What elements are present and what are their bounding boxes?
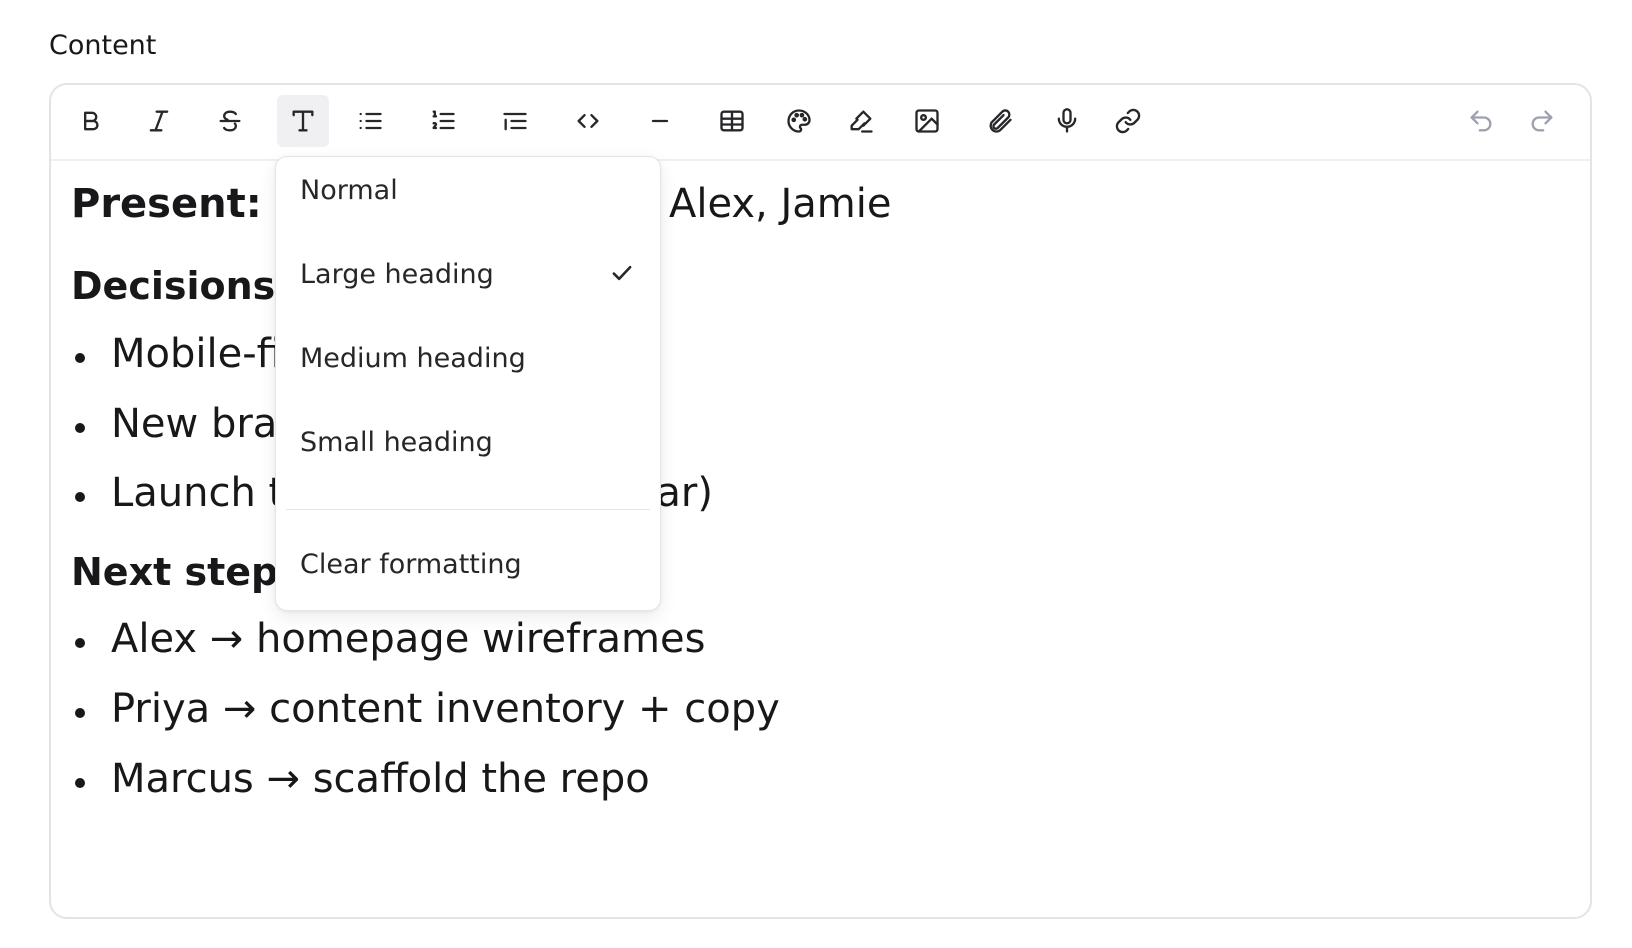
- text-color-button[interactable]: [773, 95, 825, 147]
- undo-icon: [1470, 110, 1492, 132]
- present-label: Present:: [71, 181, 262, 227]
- list-indent-icon: [503, 112, 527, 131]
- link-icon: [1115, 108, 1141, 134]
- strikethrough-icon: [219, 110, 241, 132]
- bold-button[interactable]: [65, 95, 117, 147]
- code-icon: [577, 114, 599, 128]
- check-icon: [608, 259, 636, 287]
- image-icon: [915, 109, 939, 133]
- highlight-button[interactable]: [835, 95, 887, 147]
- paperclip-icon: [989, 109, 1012, 133]
- palette-icon: [787, 109, 811, 133]
- list-item: Alex → homepage wireframes: [71, 616, 705, 662]
- text-style-menu: Normal Large heading Medium heading Smal…: [275, 156, 661, 611]
- bullet-list-button[interactable]: [344, 95, 396, 147]
- text-style-button[interactable]: [277, 95, 329, 147]
- italic-button[interactable]: [133, 95, 185, 147]
- list-item: New brar: [71, 401, 294, 447]
- link-button[interactable]: [1102, 95, 1154, 147]
- redo-icon: [1531, 110, 1553, 132]
- divider-button[interactable]: [634, 95, 686, 147]
- type-icon: [292, 110, 314, 132]
- decisions-heading: Decisions: [71, 264, 276, 308]
- list-icon: [359, 112, 382, 130]
- indent-list-button[interactable]: [489, 95, 541, 147]
- redo-button[interactable]: [1516, 95, 1568, 147]
- bold-icon: [84, 111, 99, 131]
- minus-icon: [651, 119, 669, 123]
- menu-divider: [286, 509, 650, 510]
- editor-toolbar: [51, 85, 1590, 161]
- content-field-label: Content: [49, 30, 157, 61]
- list-ordered-icon: [432, 110, 455, 130]
- attachment-button[interactable]: [974, 95, 1026, 147]
- highlighter-icon: [850, 110, 873, 133]
- microphone-icon: [1057, 108, 1077, 133]
- present-names-end: Alex, Jamie: [669, 181, 892, 227]
- menu-item-small-heading[interactable]: Small heading: [276, 411, 660, 471]
- menu-item-clear-formatting[interactable]: Clear formatting: [276, 533, 660, 593]
- list-item: Mobile-fi: [71, 331, 282, 377]
- numbered-list-button[interactable]: [417, 95, 469, 147]
- table-icon: [720, 110, 744, 132]
- menu-item-large-heading[interactable]: Large heading: [276, 243, 660, 303]
- list-item: Priya → content inventory + copy: [71, 686, 780, 732]
- menu-item-medium-heading[interactable]: Medium heading: [276, 327, 660, 387]
- undo-button[interactable]: [1455, 95, 1507, 147]
- italic-icon: [149, 110, 169, 132]
- menu-item-normal[interactable]: Normal: [276, 159, 660, 219]
- next-steps-heading: Next steps: [71, 550, 301, 594]
- list-item: Marcus → scaffold the repo: [71, 756, 650, 802]
- strikethrough-button[interactable]: [204, 95, 256, 147]
- code-button[interactable]: [562, 95, 614, 147]
- list-item: Launch t: [71, 470, 284, 516]
- table-button[interactable]: [706, 95, 758, 147]
- image-button[interactable]: [901, 95, 953, 147]
- voice-button[interactable]: [1041, 95, 1093, 147]
